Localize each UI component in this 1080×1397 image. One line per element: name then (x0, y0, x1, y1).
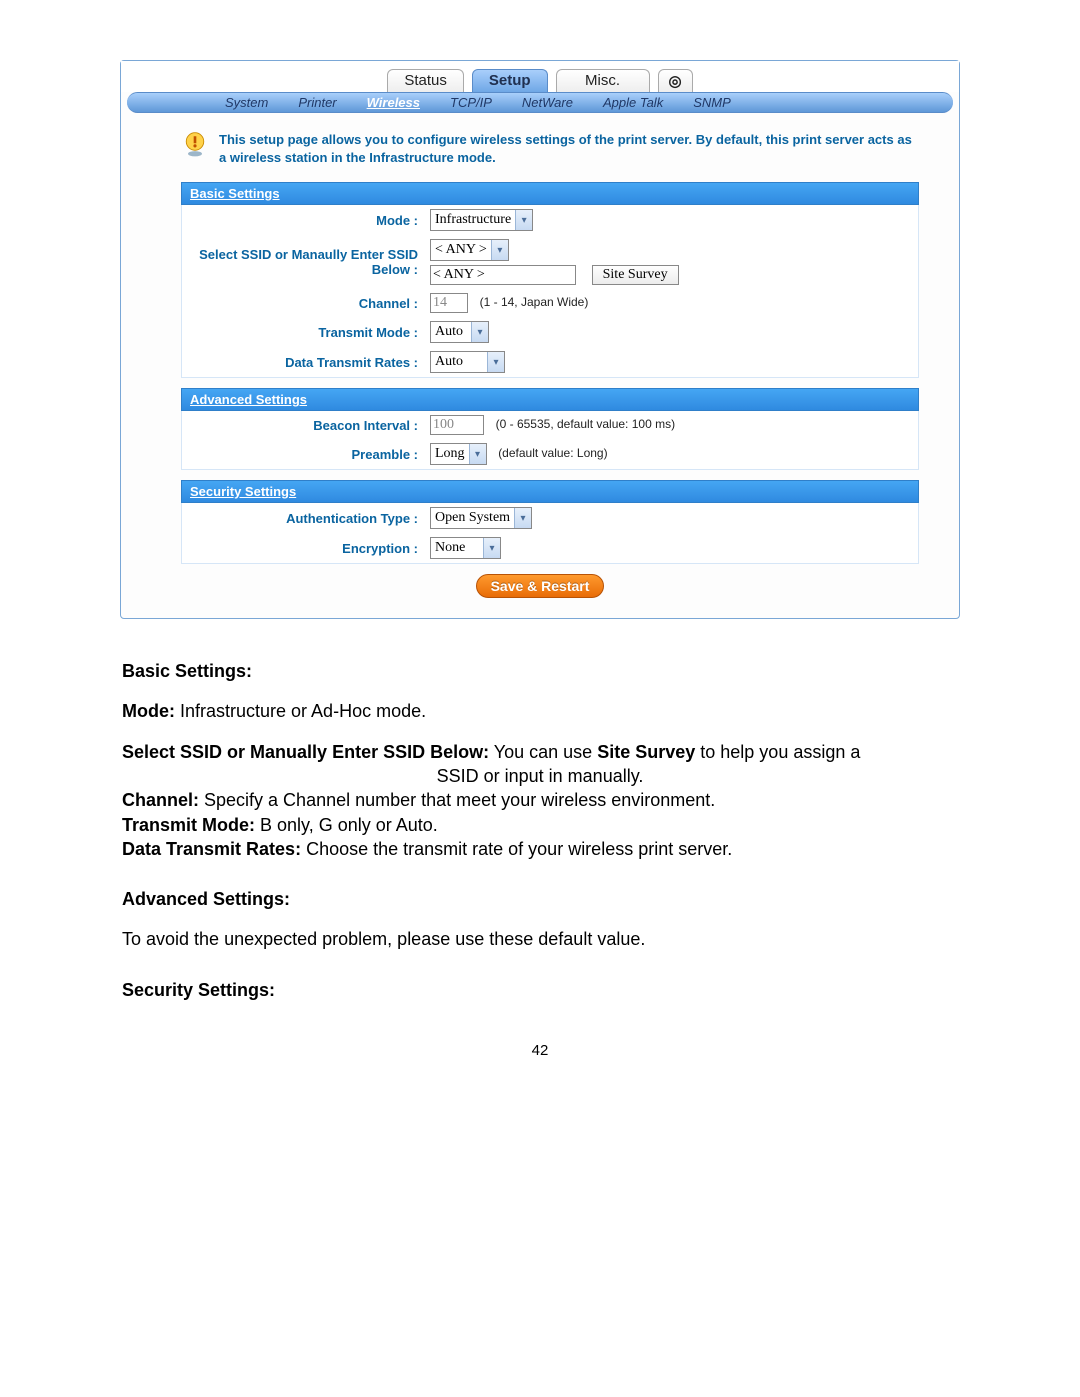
doc-dtr-b: Data Transmit Rates: (122, 839, 301, 859)
mode-value: Infrastructure (431, 212, 515, 228)
doc-sec-heading: Security Settings: (122, 980, 275, 1000)
site-survey-button[interactable]: Site Survey (592, 265, 679, 285)
advanced-table: Beacon Interval : (0 - 65535, default va… (181, 411, 919, 470)
preamble-hint: (default value: Long) (498, 446, 607, 460)
subnav-appletalk[interactable]: Apple Talk (595, 95, 671, 110)
sub-nav: System Printer Wireless TCP/IP NetWare A… (127, 92, 953, 113)
ssid-input[interactable] (430, 265, 576, 285)
doc-chan-b: Channel: (122, 790, 199, 810)
doc-ssid-t1: You can use (489, 742, 597, 762)
subnav-snmp[interactable]: SNMP (685, 95, 739, 110)
security-section: Security Settings Authentication Type : … (181, 480, 919, 564)
basic-header: Basic Settings (181, 182, 919, 205)
chevron-down-icon: ▾ (483, 538, 500, 558)
info-text: This setup page allows you to configure … (219, 131, 919, 166)
doc-text: Basic Settings: Mode: Infrastructure or … (120, 619, 960, 1002)
enc-label: Encryption : (182, 533, 425, 564)
security-header: Security Settings (181, 480, 919, 503)
rates-label: Data Transmit Rates : (182, 347, 425, 378)
chevron-down-icon: ▾ (491, 240, 508, 260)
preamble-label: Preamble : (182, 439, 425, 470)
doc-tm-t: B only, G only or Auto. (255, 815, 438, 835)
tab-power[interactable]: ◎ (658, 69, 693, 92)
enc-select[interactable]: None ▾ (430, 537, 501, 559)
doc-adv-t: To avoid the unexpected problem, please … (122, 927, 958, 951)
channel-input[interactable] (430, 293, 468, 313)
subnav-printer[interactable]: Printer (290, 95, 344, 110)
doc-tm-b: Transmit Mode: (122, 815, 255, 835)
ssid-select[interactable]: < ANY > ▾ (430, 239, 509, 261)
subnav-system[interactable]: System (217, 95, 276, 110)
doc-adv-heading: Advanced Settings: (122, 889, 290, 909)
ssid-label: Select SSID or Manaully Enter SSID Below… (182, 235, 425, 289)
transmit-mode-label: Transmit Mode : (182, 317, 425, 347)
doc-ssid-b: Select SSID or Manually Enter SSID Below… (122, 742, 489, 762)
basic-section: Basic Settings Mode : Infrastructure ▾ S… (181, 182, 919, 378)
save-restart-button[interactable]: Save & Restart (476, 574, 605, 598)
transmit-mode-value: Auto (431, 324, 471, 340)
admin-panel: Status Setup Misc. ◎ System Printer Wire… (120, 60, 960, 619)
mode-select[interactable]: Infrastructure ▾ (430, 209, 533, 231)
tab-misc[interactable]: Misc. (556, 69, 650, 92)
tab-status[interactable]: Status (387, 69, 464, 92)
preamble-value: Long (431, 446, 469, 462)
transmit-mode-select[interactable]: Auto ▾ (430, 321, 489, 343)
beacon-input[interactable] (430, 415, 484, 435)
beacon-label: Beacon Interval : (182, 411, 425, 439)
chevron-down-icon: ▾ (514, 508, 531, 528)
rates-select[interactable]: Auto ▾ (430, 351, 505, 373)
doc-mode-t: Infrastructure or Ad-Hoc mode. (175, 701, 426, 721)
rates-value: Auto (431, 354, 487, 370)
advanced-section: Advanced Settings Beacon Interval : (0 -… (181, 388, 919, 470)
preamble-select[interactable]: Long ▾ (430, 443, 487, 465)
channel-label: Channel : (182, 289, 425, 317)
chevron-down-icon: ▾ (469, 444, 486, 464)
subnav-netware[interactable]: NetWare (514, 95, 581, 110)
doc-ssid-t3: SSID or input in manually. (122, 764, 958, 788)
chevron-down-icon: ▾ (471, 322, 488, 342)
enc-value: None (431, 540, 483, 556)
chevron-down-icon: ▾ (515, 210, 532, 230)
tab-bar: Status Setup Misc. ◎ (121, 61, 959, 92)
auth-value: Open System (431, 510, 514, 526)
mode-label: Mode : (182, 205, 425, 235)
subnav-wireless[interactable]: Wireless (359, 95, 428, 110)
doc-basic-heading: Basic Settings: (122, 661, 252, 681)
security-table: Authentication Type : Open System ▾ Encr… (181, 503, 919, 564)
tab-setup[interactable]: Setup (472, 69, 548, 92)
warning-icon (181, 131, 209, 159)
doc-ssid-t1b: Site Survey (597, 742, 695, 762)
advanced-header: Advanced Settings (181, 388, 919, 411)
doc-dtr-t: Choose the transmit rate of your wireles… (301, 839, 732, 859)
subnav-tcpip[interactable]: TCP/IP (442, 95, 500, 110)
channel-hint: (1 - 14, Japan Wide) (480, 295, 589, 309)
doc-mode-b: Mode: (122, 701, 175, 721)
beacon-hint: (0 - 65535, default value: 100 ms) (496, 417, 675, 431)
info-row: This setup page allows you to configure … (121, 113, 959, 176)
chevron-down-icon: ▾ (487, 352, 504, 372)
doc-ssid-t2: to help you assign a (695, 742, 860, 762)
page-container: Status Setup Misc. ◎ System Printer Wire… (0, 0, 1080, 1099)
auth-select[interactable]: Open System ▾ (430, 507, 532, 529)
ssid-dd-value: < ANY > (431, 242, 491, 258)
auth-label: Authentication Type : (182, 503, 425, 533)
doc-chan-t: Specify a Channel number that meet your … (199, 790, 715, 810)
basic-table: Mode : Infrastructure ▾ Select SSID or M… (181, 205, 919, 378)
page-number: 42 (120, 1042, 960, 1059)
